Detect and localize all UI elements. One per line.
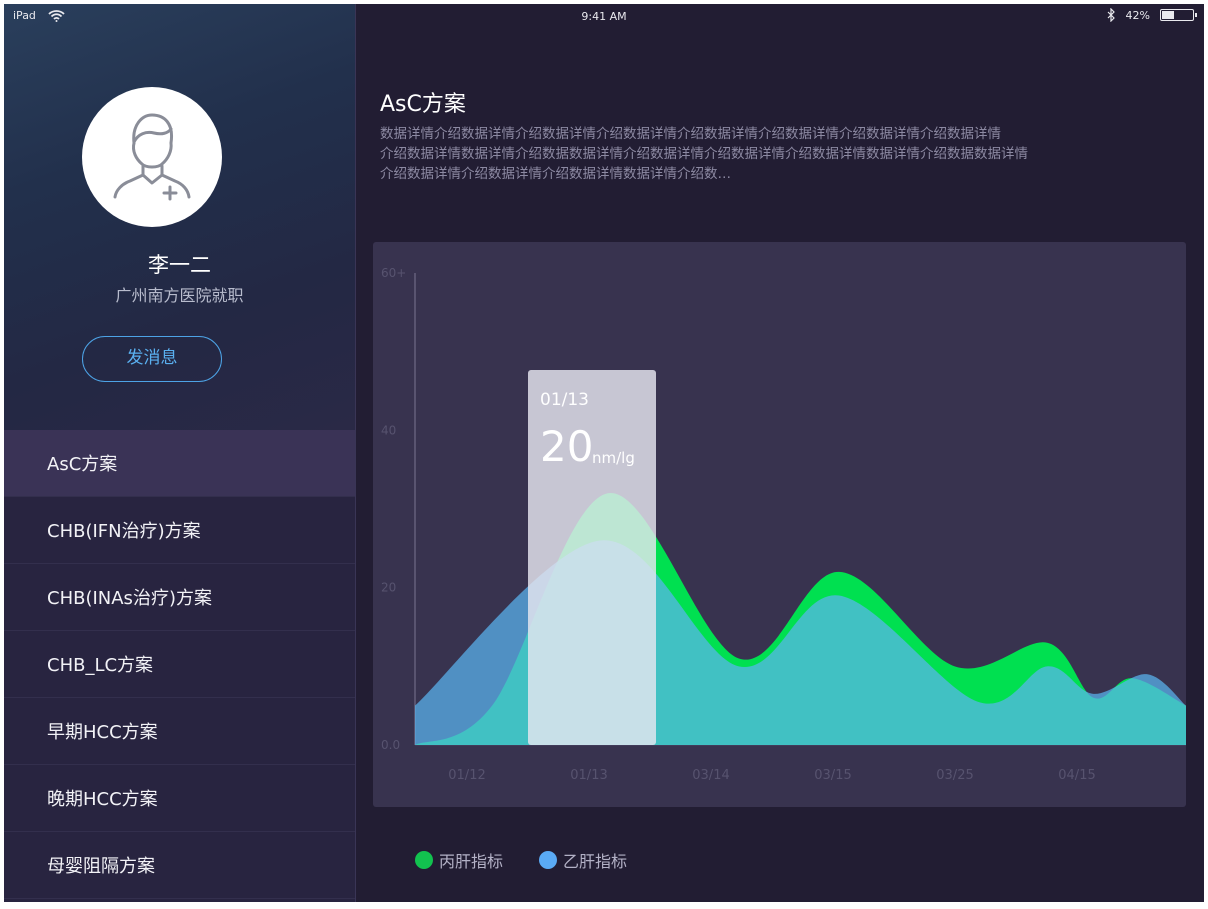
description-line: 介绍数据详情介绍数据详情介绍数据详情数据详情介绍数… xyxy=(380,166,731,182)
divider xyxy=(355,4,356,902)
legend-swatch xyxy=(415,851,433,869)
menu-item-chb-lc[interactable]: CHB_LC方案 xyxy=(4,631,355,698)
legend-item-hcv[interactable]: 丙肝指标 xyxy=(415,848,503,872)
area-chart[interactable]: 60+ 40 20 0.0 01/12 01/13 03/14 03/15 03/25 04/15… xyxy=(373,242,1186,807)
y-tick-label: 40 xyxy=(381,423,396,437)
description-line: 介绍数据详情数据详情介绍数据数据详情介绍数据详情介绍数据详情介绍数据详情数据详情… xyxy=(380,146,1028,162)
menu-item-early-hcc[interactable]: 早期HCC方案 xyxy=(4,698,355,765)
description: 数据详情介绍数据详情介绍数据详情介绍数据详情介绍数据详情介绍数据详情介绍数据详情… xyxy=(380,124,1080,184)
x-tick-label: 03/14 xyxy=(692,768,729,783)
legend-label: 丙肝指标 xyxy=(439,852,504,871)
avatar[interactable] xyxy=(82,87,222,227)
legend-label: 乙肝指标 xyxy=(563,852,628,871)
sidebar: 李一二 广州南方医院就职 发消息 AsC方案 CHB(IFN治疗)方案 CHB(… xyxy=(4,4,355,902)
status-bar: iPad 9:41 AM 42% xyxy=(4,4,1204,26)
user-hospital: 广州南方医院就职 xyxy=(115,286,244,305)
description-line: 数据详情介绍数据详情介绍数据详情介绍数据详情介绍数据详情介绍数据详情介绍数据详情… xyxy=(380,126,1001,142)
menu-item-chb-ifn[interactable]: CHB(IFN治疗)方案 xyxy=(4,497,355,564)
x-tick-label: 03/25 xyxy=(936,768,973,783)
legend-swatch xyxy=(539,851,558,869)
battery-icon xyxy=(1160,9,1197,21)
tooltip-date: 01/13 xyxy=(540,390,589,410)
menu-item-mother-infant[interactable]: 母婴阻隔方案 xyxy=(4,832,355,899)
chart-panel: 60+ 40 20 0.0 01/12 01/13 03/14 03/15 03/25 04/15… xyxy=(373,242,1186,807)
tooltip-value: 20 xyxy=(540,422,593,471)
clock: 9:41 AM xyxy=(581,10,627,23)
x-tick-label: 03/15 xyxy=(814,768,851,783)
legend-item-hbv[interactable]: 乙肝指标 xyxy=(539,848,627,872)
battery-percentage: 42% xyxy=(1125,8,1150,22)
x-tick-label: 01/12 xyxy=(448,768,485,783)
user-name: 李一二 xyxy=(148,253,211,277)
y-tick-label: 0.0 xyxy=(381,738,400,752)
tooltip-unit: nm/lg xyxy=(592,449,635,467)
y-tick-label: 60+ xyxy=(381,266,406,280)
x-tick-label: 01/13 xyxy=(570,768,607,783)
x-tick-label: 04/15 xyxy=(1058,768,1095,783)
menu-item-chb-inas[interactable]: CHB(INAs治疗)方案 xyxy=(4,564,355,631)
send-message-button[interactable]: 发消息 xyxy=(82,336,222,382)
profile-panel: 李一二 广州南方医院就职 发消息 xyxy=(4,4,355,430)
doctor-avatar-icon xyxy=(113,113,191,201)
scheme-menu: AsC方案 CHB(IFN治疗)方案 CHB(INAs治疗)方案 CHB_LC方… xyxy=(4,430,355,899)
page-title: AsC方案 xyxy=(380,92,466,117)
y-tick-label: 20 xyxy=(381,581,396,595)
ipad-screen: 李一二 广州南方医院就职 发消息 AsC方案 CHB(IFN治疗)方案 CHB(… xyxy=(4,4,1204,902)
menu-item-late-hcc[interactable]: 晚期HCC方案 xyxy=(4,765,355,832)
bluetooth-icon xyxy=(1107,8,1115,22)
chart-legend: 丙肝指标 乙肝指标 xyxy=(415,848,627,872)
menu-item-asc[interactable]: AsC方案 xyxy=(4,430,355,497)
